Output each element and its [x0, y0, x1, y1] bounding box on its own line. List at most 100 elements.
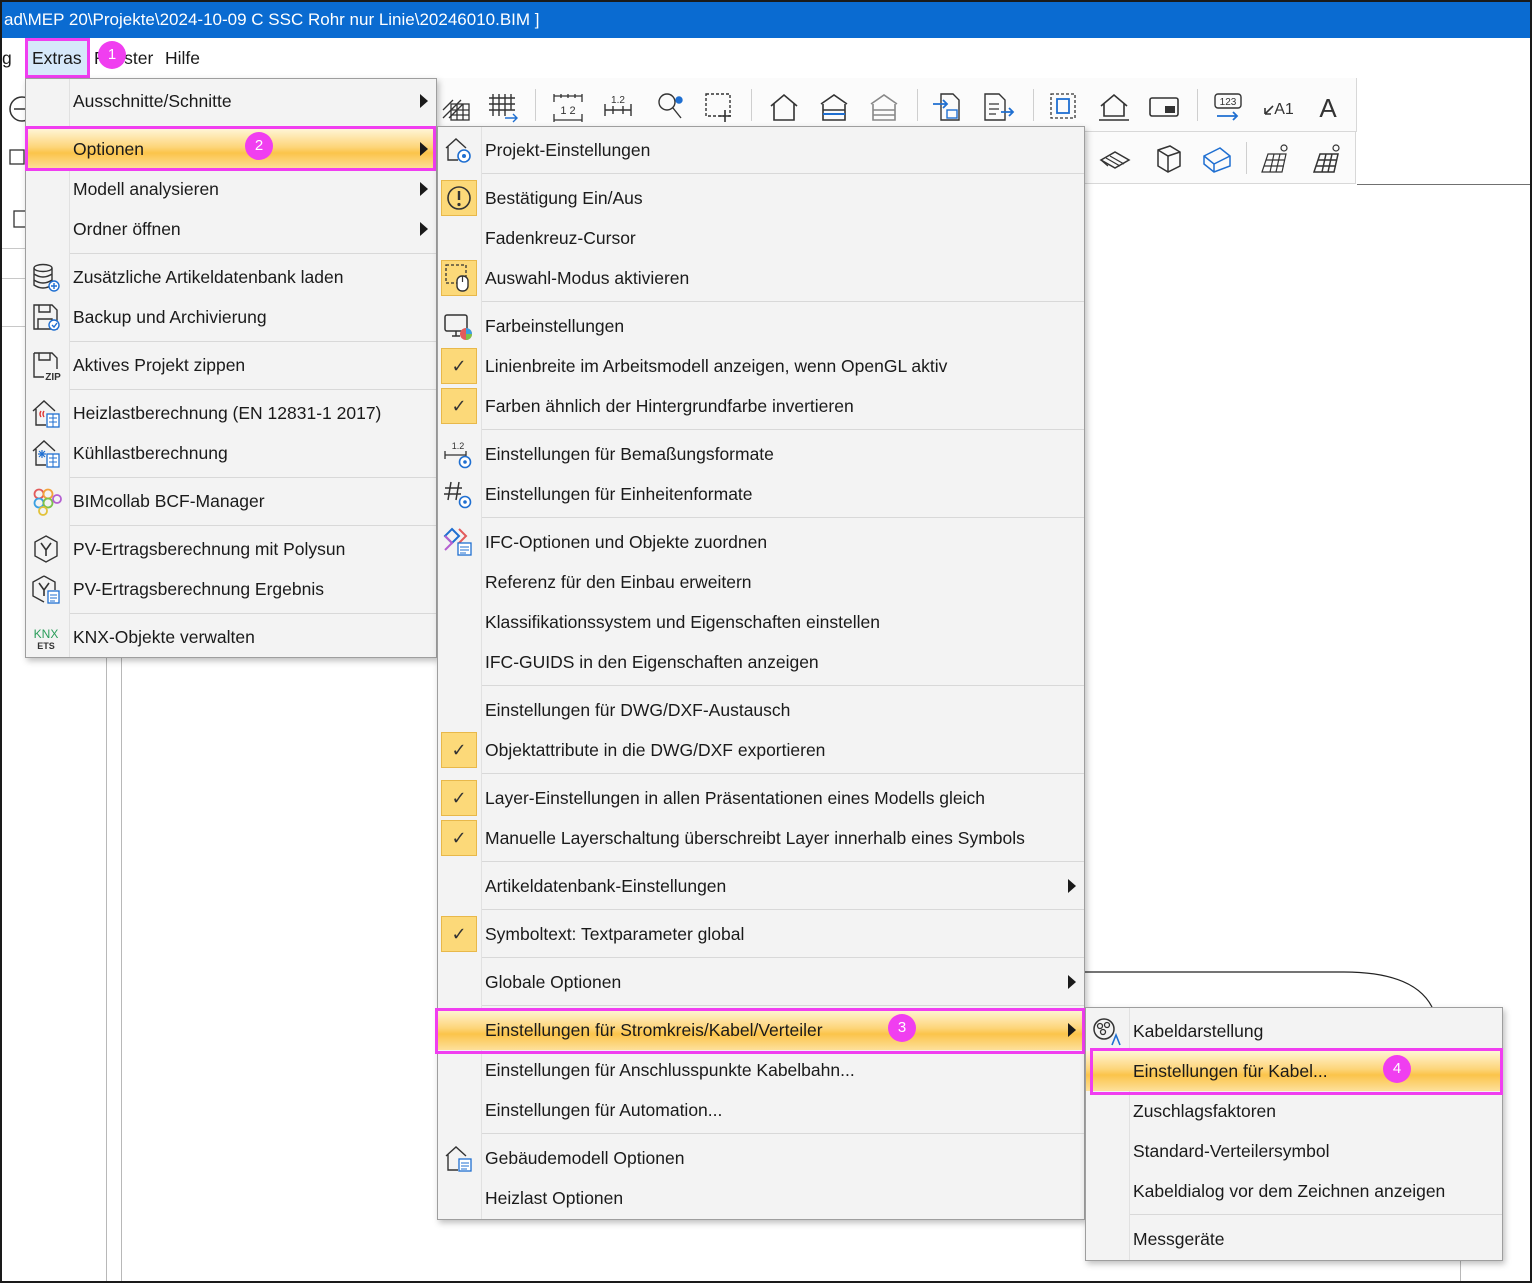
- confirmation-icon: [447, 186, 471, 210]
- house-floor-icon[interactable]: [817, 90, 851, 124]
- house-base-icon[interactable]: [1097, 90, 1131, 124]
- menu-item-kabeldialog[interactable]: Kabeldialog vor dem Zeichnen anzeigen: [1086, 1171, 1502, 1211]
- menu-item-anschlusspunkte-kabelbahn[interactable]: Einstellungen für Anschlusspunkte Kabelb…: [438, 1050, 1084, 1090]
- menu-item-auswahl-modus[interactable]: Auswahl-Modus aktivieren: [438, 258, 1084, 298]
- menu-item-label: Aktives Projekt zippen: [73, 355, 246, 375]
- menu-partial[interactable]: g: [2, 46, 12, 70]
- menu-item-ifc-optionen[interactable]: IFC-Optionen und Objekte zuordnen: [438, 522, 1084, 562]
- menu-item-label: Standard-Verteilersymbol: [1133, 1141, 1330, 1161]
- svg-text:1.2: 1.2: [452, 441, 465, 451]
- menu-item-label: Einstellungen für Bemaßungsformate: [485, 444, 774, 464]
- menu-item-label: Kabeldarstellung: [1133, 1021, 1264, 1041]
- menu-item-knx[interactable]: KNX ETS KNX-Objekte verwalten: [26, 617, 436, 657]
- partial-toolbar-icon[interactable]: [6, 144, 26, 170]
- menu-item-projekt-zippen[interactable]: ZIP Aktives Projekt zippen: [26, 345, 436, 385]
- numbering-icon[interactable]: 123: [1211, 90, 1245, 124]
- menu-item-einstellungen-kabel[interactable]: Einstellungen für Kabel...: [1086, 1051, 1502, 1091]
- menu-item-backup[interactable]: Backup und Archivierung: [26, 297, 436, 337]
- roof-hatch-icon[interactable]: [1098, 142, 1132, 176]
- text-icon-text: A: [1319, 93, 1337, 123]
- menu-item-ifc-guids[interactable]: IFC-GUIDS in den Eigenschaften anzeigen: [438, 642, 1084, 682]
- solar-panel-grid-icon[interactable]: [1310, 142, 1344, 176]
- menu-item-fadenkreuz[interactable]: Fadenkreuz-Cursor: [438, 218, 1084, 258]
- house-outline-icon[interactable]: [767, 90, 801, 124]
- menu-item-manuelle-layerschaltung[interactable]: ✓ Manuelle Layerschaltung überschreibt L…: [438, 818, 1084, 858]
- checked-icon: ✓: [441, 388, 477, 424]
- menu-item-kabeldarstellung[interactable]: Kabeldarstellung: [1086, 1011, 1502, 1051]
- menu-item-label: Gebäudemodell Optionen: [485, 1148, 685, 1168]
- menu-item-label: Ausschnitte/Schnitte: [73, 91, 232, 111]
- menu-item-stromkreis-kabel-verteiler[interactable]: Einstellungen für Stromkreis/Kabel/Verte…: [438, 1010, 1084, 1050]
- menu-item-label: Modell analysieren: [73, 179, 219, 199]
- menu-item-layer-einstellungen[interactable]: ✓ Layer-Einstellungen in allen Präsentat…: [438, 778, 1084, 818]
- menu-item-optionen[interactable]: Optionen: [26, 129, 436, 169]
- menu-extras[interactable]: Extras: [32, 46, 82, 70]
- menu-item-standard-verteilersymbol[interactable]: Standard-Verteilersymbol: [1086, 1131, 1502, 1171]
- menu-item-label: Einstellungen für Einheitenformate: [485, 484, 753, 504]
- grid-arrow-icon[interactable]: [487, 90, 521, 124]
- menu-item-farben-invertieren[interactable]: ✓ Farben ähnlich der Hintergrundfarbe in…: [438, 386, 1084, 426]
- plane-3d-icon[interactable]: [1200, 142, 1234, 176]
- app-window: ad\MEP 20\Projekte\2024-10-09 C SSC Rohr…: [0, 0, 1532, 1283]
- cube-icon[interactable]: [1150, 142, 1184, 176]
- menu-item-referenz-einbau[interactable]: Referenz für den Einbau erweitern: [438, 562, 1084, 602]
- measure-point-icon[interactable]: [653, 90, 687, 124]
- submenu-arrow-icon: [1068, 1023, 1076, 1037]
- menu-item-heizlast[interactable]: Heizlastberechnung (EN 12831-1 2017): [26, 393, 436, 433]
- step-badge-4: 4: [1383, 1055, 1411, 1083]
- dimension-line-icon[interactable]: 1.2: [601, 90, 635, 124]
- database-add-icon: [33, 263, 60, 292]
- step-badge-2: 2: [245, 132, 273, 160]
- menu-item-label: IFC-GUIDS in den Eigenschaften anzeigen: [485, 652, 819, 672]
- menu-item-label: Zusätzliche Artikeldatenbank laden: [73, 267, 344, 287]
- optionen-submenu: Projekt-Einstellungen Bestätigung Ein/Au…: [437, 126, 1085, 1220]
- menu-item-label: Klassifikationssystem und Eigenschaften …: [485, 612, 880, 632]
- menu-item-gebaeudemodell-optionen[interactable]: Gebäudemodell Optionen: [438, 1138, 1084, 1178]
- menu-item-ordner-oeffnen[interactable]: Ordner öffnen: [26, 209, 436, 249]
- frame-select-icon[interactable]: [1047, 90, 1081, 124]
- partial-toolbar-icon[interactable]: [6, 206, 26, 232]
- menu-item-bimcollab[interactable]: BIMcollab BCF-Manager: [26, 481, 436, 521]
- menu-item-automation[interactable]: Einstellungen für Automation...: [438, 1090, 1084, 1130]
- menu-item-dwg-dxf-austausch[interactable]: Einstellungen für DWG/DXF-Austausch: [438, 690, 1084, 730]
- select-area-icon[interactable]: [703, 90, 737, 124]
- project-settings-icon: [445, 138, 471, 163]
- cable-display-icon: [1093, 1018, 1121, 1046]
- menu-item-label: Symboltext: Textparameter global: [485, 924, 745, 944]
- hatch-grid-icon[interactable]: [439, 90, 473, 124]
- menu-item-linienbreite[interactable]: ✓ Linienbreite im Arbeitsmodell anzeigen…: [438, 346, 1084, 386]
- window-panel-icon[interactable]: [1147, 90, 1181, 124]
- menu-item-objektattribute-dwg[interactable]: ✓ Objektattribute in die DWG/DXF exporti…: [438, 730, 1084, 770]
- export-list-icon[interactable]: [981, 90, 1015, 124]
- solar-panel-icon[interactable]: [1258, 142, 1292, 176]
- menu-item-einheitenformate[interactable]: Einstellungen für Einheitenformate: [438, 474, 1084, 514]
- house-layers-icon[interactable]: [867, 90, 901, 124]
- import-doc-icon[interactable]: [931, 90, 965, 124]
- menu-item-messgeraete[interactable]: Messgeräte: [1086, 1219, 1502, 1259]
- dimension-icon[interactable]: 1 2: [551, 90, 585, 124]
- text-icon[interactable]: A: [1311, 90, 1345, 124]
- zip-icon: ZIP: [33, 352, 61, 381]
- building-model-icon: [445, 1146, 472, 1172]
- menu-item-symboltext[interactable]: ✓ Symboltext: Textparameter global: [438, 914, 1084, 954]
- menu-item-bemassungsformate[interactable]: 1.2 Einstellungen für Bemaßungsformate: [438, 434, 1084, 474]
- menu-hilfe[interactable]: Hilfe: [165, 46, 200, 70]
- menu-item-projekt-einstellungen[interactable]: Projekt-Einstellungen: [438, 130, 1084, 170]
- heating-load-icon: [32, 400, 60, 428]
- menu-item-pv-polysun[interactable]: PV-Ertragsberechnung mit Polysun: [26, 529, 436, 569]
- menu-item-zuschlagsfaktoren[interactable]: Zuschlagsfaktoren: [1086, 1091, 1502, 1131]
- text-label-icon[interactable]: A1: [1261, 90, 1295, 124]
- menu-item-heizlast-optionen[interactable]: Heizlast Optionen: [438, 1178, 1084, 1218]
- menu-item-modell-analysieren[interactable]: Modell analysieren: [26, 169, 436, 209]
- menu-item-artikeldatenbank-laden[interactable]: Zusätzliche Artikeldatenbank laden: [26, 257, 436, 297]
- menu-item-globale-optionen[interactable]: Globale Optionen: [438, 962, 1084, 1002]
- toolbar-top: 1 2 1.2 123 A1 A: [437, 78, 1357, 132]
- menu-item-ausschnitte[interactable]: Ausschnitte/Schnitte: [26, 81, 436, 121]
- menu-item-kuehllast[interactable]: Kühllastberechnung: [26, 433, 436, 473]
- menu-item-klassifikationssystem[interactable]: Klassifikationssystem und Eigenschaften …: [438, 602, 1084, 642]
- menu-item-bestaetigung[interactable]: Bestätigung Ein/Aus: [438, 178, 1084, 218]
- menu-item-label: Projekt-Einstellungen: [485, 140, 651, 160]
- menu-item-pv-ergebnis[interactable]: PV-Ertragsberechnung Ergebnis: [26, 569, 436, 609]
- menu-item-farbeinstellungen[interactable]: Farbeinstellungen: [438, 306, 1084, 346]
- menu-item-artikeldatenbank-einstellungen[interactable]: Artikeldatenbank-Einstellungen: [438, 866, 1084, 906]
